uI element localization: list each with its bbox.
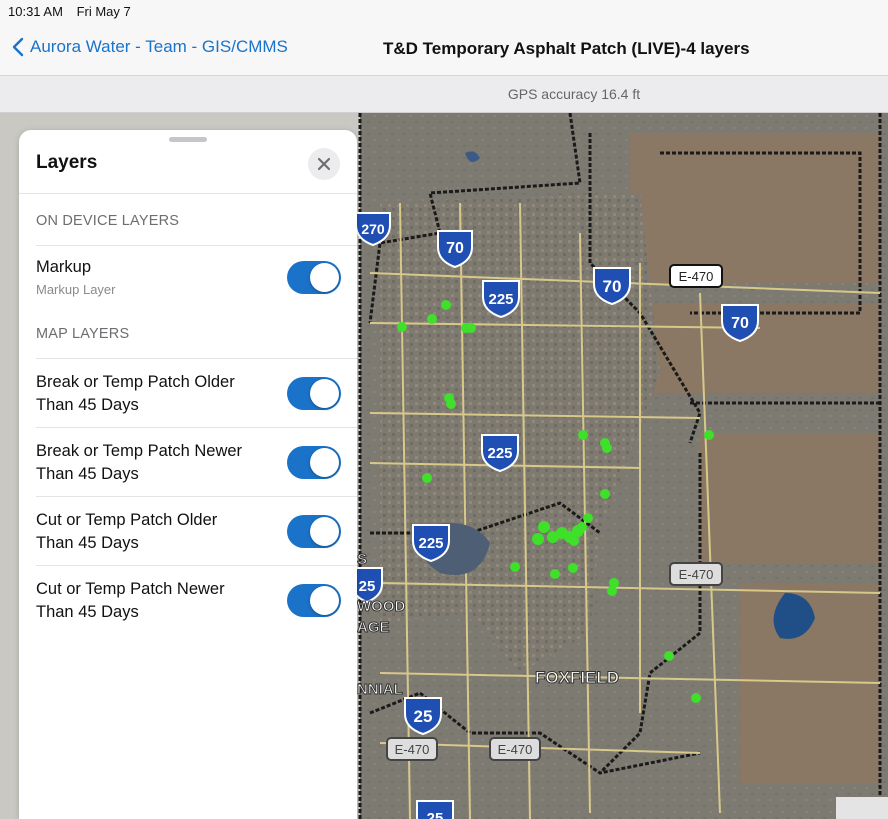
layer-row-cut-older[interactable]: Cut or Temp Patch Older Than 45 Days <box>19 497 357 565</box>
markup-layer-toggle[interactable] <box>287 261 341 294</box>
layer-name: Cut or Temp Patch Older Than 45 Days <box>36 509 276 555</box>
patch-point[interactable] <box>600 489 610 499</box>
break-newer-layer-toggle[interactable] <box>287 446 341 479</box>
gps-accuracy-bar: GPS accuracy 16.4 ft <box>0 76 888 113</box>
status-time: 10:31 AM <box>8 4 63 19</box>
patch-point[interactable] <box>578 430 588 440</box>
layer-name-line1: Cut or Temp Patch Older <box>36 511 218 529</box>
map-label-wood: WOOD <box>357 598 405 615</box>
svg-text:70: 70 <box>603 277 622 296</box>
patch-point[interactable] <box>397 322 407 332</box>
svg-text:70: 70 <box>731 315 749 332</box>
svg-text:25: 25 <box>359 578 376 595</box>
patch-point[interactable] <box>441 300 451 310</box>
patch-point[interactable] <box>532 533 544 545</box>
toggle-knob <box>310 379 339 408</box>
page-title: T&D Temporary Asphalt Patch (LIVE)-4 lay… <box>383 39 750 58</box>
map-label-foxfield: FOXFIELD <box>535 668 619 687</box>
status-date: Fri May 7 <box>76 4 131 19</box>
svg-text:225: 225 <box>488 291 513 308</box>
patch-point[interactable] <box>550 569 560 579</box>
patch-point[interactable] <box>569 536 579 546</box>
layer-name-line2: Than 45 Days <box>36 465 139 483</box>
svg-text:E-470: E-470 <box>498 742 533 757</box>
toggle-knob <box>310 517 339 546</box>
svg-text:E-470: E-470 <box>395 742 430 757</box>
layers-panel-title: Layers <box>36 152 98 173</box>
e470-shield-icon: E-470 <box>489 737 541 761</box>
gps-accuracy-text: GPS accuracy 16.4 ft <box>507 86 641 102</box>
svg-text:70: 70 <box>446 240 464 257</box>
chevron-left-icon <box>12 37 24 57</box>
patch-point[interactable] <box>691 693 701 703</box>
patch-point[interactable] <box>583 513 593 523</box>
map-label-nnial: NNIAL <box>357 681 403 698</box>
patch-point[interactable] <box>704 430 714 440</box>
toggle-knob <box>310 448 339 477</box>
svg-text:E-470: E-470 <box>679 269 714 284</box>
e470-shield-icon: E-470 <box>386 737 438 761</box>
layer-name: Break or Temp Patch Older Than 45 Days <box>36 371 276 417</box>
map-label-s: S <box>357 551 367 568</box>
patch-point[interactable] <box>602 443 612 453</box>
svg-text:225: 225 <box>487 445 512 462</box>
layer-name: Markup <box>36 258 92 276</box>
section-header-on-device: ON DEVICE LAYERS <box>36 213 180 229</box>
svg-text:225: 225 <box>418 535 443 552</box>
layer-row-break-newer[interactable]: Break or Temp Patch Newer Than 45 Days <box>19 428 357 496</box>
layers-panel-header: Layers <box>19 130 357 194</box>
map-label-age: AGE <box>357 619 390 636</box>
section-header-map-layers: MAP LAYERS <box>36 326 130 342</box>
patch-point[interactable] <box>568 563 578 573</box>
back-button[interactable]: Aurora Water - Team - GIS/CMMS <box>12 37 288 57</box>
svg-text:25: 25 <box>427 810 444 819</box>
layer-name-line1: Break or Temp Patch Older <box>36 373 235 391</box>
patch-point[interactable] <box>538 521 550 533</box>
cut-newer-layer-toggle[interactable] <box>287 584 341 617</box>
patch-point[interactable] <box>446 399 456 409</box>
layer-row-break-older[interactable]: Break or Temp Patch Older Than 45 Days <box>19 359 357 427</box>
layer-name-line2: Than 45 Days <box>36 396 139 414</box>
toggle-knob <box>310 586 339 615</box>
patch-point[interactable] <box>577 522 587 532</box>
map-control[interactable] <box>836 797 888 819</box>
interstate-25-shield-icon: 25 <box>416 800 454 819</box>
layer-row-markup[interactable]: Markup Markup Layer <box>19 246 357 314</box>
e470-shield-icon: E-470 <box>669 562 723 586</box>
svg-text:270: 270 <box>361 221 385 237</box>
layer-name-line1: Cut or Temp Patch Newer <box>36 580 225 598</box>
svg-text:25: 25 <box>414 707 433 726</box>
layer-name: Cut or Temp Patch Newer Than 45 Days <box>36 578 276 624</box>
toggle-knob <box>310 263 339 292</box>
patch-point[interactable] <box>510 562 520 572</box>
e470-shield-icon: E-470 <box>669 264 723 288</box>
layer-name-line2: Than 45 Days <box>36 603 139 621</box>
patch-point[interactable] <box>607 586 617 596</box>
svg-text:E-470: E-470 <box>679 567 714 582</box>
cut-older-layer-toggle[interactable] <box>287 515 341 548</box>
navigation-bar: Aurora Water - Team - GIS/CMMS T&D Tempo… <box>0 22 888 76</box>
status-bar: 10:31 AM Fri May 7 <box>0 0 888 22</box>
layer-name-line2: Than 45 Days <box>36 534 139 552</box>
close-icon <box>317 157 331 171</box>
close-button[interactable] <box>308 148 340 180</box>
layers-panel: Layers ON DEVICE LAYERS Markup Markup La… <box>19 130 357 819</box>
back-button-label: Aurora Water - Team - GIS/CMMS <box>30 37 288 56</box>
layer-name: Break or Temp Patch Newer Than 45 Days <box>36 440 276 486</box>
layer-subtitle: Markup Layer <box>36 282 116 297</box>
patch-point[interactable] <box>427 314 437 324</box>
patch-point[interactable] <box>422 473 432 483</box>
break-older-layer-toggle[interactable] <box>287 377 341 410</box>
layer-row-cut-newer[interactable]: Cut or Temp Patch Newer Than 45 Days <box>19 566 357 634</box>
patch-point[interactable] <box>466 323 476 333</box>
layer-name-line1: Break or Temp Patch Newer <box>36 442 243 460</box>
patch-point[interactable] <box>664 651 674 661</box>
